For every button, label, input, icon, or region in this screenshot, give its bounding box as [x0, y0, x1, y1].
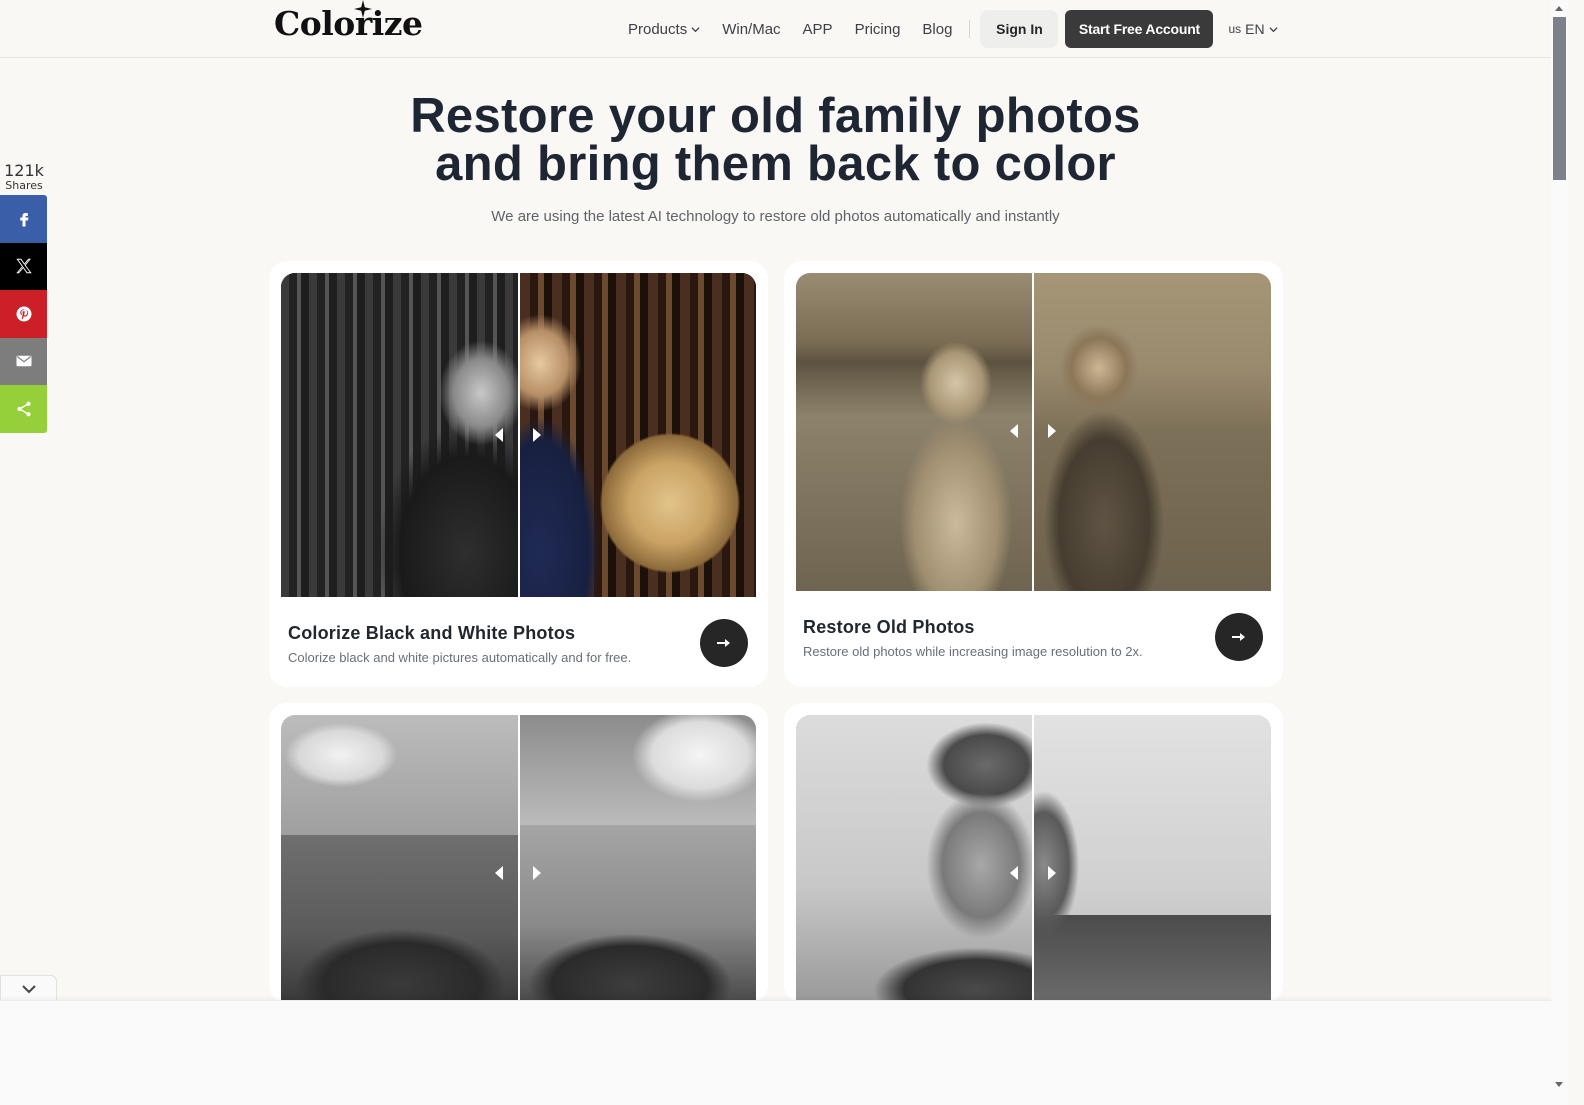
arrow-right-icon: [717, 639, 730, 647]
x-icon: [15, 259, 32, 274]
card-description: Restore old photos while increasing imag…: [803, 644, 1143, 659]
slider-left-arrow-icon[interactable]: [1010, 866, 1018, 880]
slider-divider[interactable]: [1032, 715, 1034, 1000]
before-image: [796, 715, 1032, 1000]
card-arrow-button[interactable]: [700, 619, 748, 667]
sign-in-button[interactable]: Sign In: [980, 10, 1059, 48]
slider-right-arrow-icon[interactable]: [533, 866, 541, 880]
after-image: [1034, 273, 1271, 591]
scroll-down-arrow-icon[interactable]: [1555, 1082, 1563, 1087]
card-arrow-button[interactable]: [1215, 613, 1263, 661]
slider-divider[interactable]: [518, 715, 520, 1000]
feature-card-colorize[interactable]: Colorize Black and White Photos Colorize…: [269, 261, 768, 687]
bottom-ad-panel: [0, 1000, 1551, 1105]
collapse-panel-button[interactable]: [0, 975, 57, 1001]
card-title: Colorize Black and White Photos: [288, 623, 576, 643]
share-label: Shares: [5, 179, 43, 192]
feature-card-portrait[interactable]: [784, 703, 1283, 1003]
start-free-account-button[interactable]: Start Free Account: [1065, 10, 1214, 48]
pinterest-icon: [16, 306, 31, 322]
share-email-button[interactable]: [0, 337, 47, 385]
slider-left-arrow-icon[interactable]: [1010, 424, 1018, 438]
slider-right-arrow-icon[interactable]: [533, 428, 541, 442]
language-selector[interactable]: us EN: [1228, 21, 1278, 37]
hero-title: Restore your old family photos and bring…: [410, 89, 1141, 191]
facebook-icon: [19, 212, 28, 227]
nav-blog[interactable]: Blog: [922, 21, 952, 38]
nav-divider: [969, 20, 971, 38]
slider-right-arrow-icon[interactable]: [1048, 424, 1056, 438]
nav-win-mac[interactable]: Win/Mac: [722, 21, 780, 38]
logo[interactable]: Colorize: [274, 0, 423, 43]
chevron-down-icon: [21, 984, 36, 993]
share-pinterest-button[interactable]: [0, 290, 47, 338]
logo-text: Colorize: [274, 4, 423, 43]
hero-subtitle: We are using the latest AI technology to…: [491, 208, 1060, 225]
after-image: [1034, 715, 1271, 1000]
before-after-slider[interactable]: [796, 715, 1271, 1000]
scrollbar-thumb[interactable]: [1553, 17, 1566, 180]
scroll-up-arrow-icon[interactable]: [1555, 6, 1563, 11]
nav-products[interactable]: Products: [628, 21, 700, 38]
feature-card-castle[interactable]: [269, 703, 768, 1003]
before-image: [796, 273, 1032, 591]
after-image: [520, 715, 756, 1000]
before-after-slider[interactable]: [281, 273, 756, 597]
card-title: Restore Old Photos: [803, 617, 975, 637]
slider-right-arrow-icon[interactable]: [1048, 866, 1056, 880]
nav-app[interactable]: APP: [803, 21, 833, 38]
flag-icon: us: [1228, 22, 1242, 36]
chevron-down-icon: [691, 26, 700, 32]
vertical-scrollbar[interactable]: [1551, 0, 1568, 1105]
sparkle-icon: [354, 0, 372, 18]
share-more-button[interactable]: [0, 385, 47, 433]
before-after-slider[interactable]: [796, 273, 1271, 591]
main-nav: Products Win/Mac APP Pricing Blog Sign I…: [628, 0, 1278, 58]
nav-pricing[interactable]: Pricing: [855, 21, 901, 38]
share-count: 121k: [4, 161, 44, 180]
site-header: Colorize Products Win/Mac APP Pricing Bl…: [0, 0, 1551, 58]
before-after-slider[interactable]: [281, 715, 756, 1000]
before-image: [281, 273, 518, 597]
before-image: [281, 715, 518, 1000]
chevron-down-icon: [1269, 26, 1278, 32]
slider-divider[interactable]: [518, 273, 520, 597]
feature-card-restore[interactable]: Restore Old Photos Restore old photos wh…: [784, 261, 1283, 687]
slider-left-arrow-icon[interactable]: [495, 866, 503, 880]
share-facebook-button[interactable]: [0, 195, 47, 243]
share-icon: [16, 401, 31, 417]
mail-icon: [16, 356, 31, 367]
arrow-right-icon: [1232, 633, 1245, 641]
card-description: Colorize black and white pictures automa…: [288, 650, 632, 665]
share-bar: 121k Shares: [0, 162, 48, 433]
slider-divider[interactable]: [1032, 273, 1034, 591]
slider-left-arrow-icon[interactable]: [495, 428, 503, 442]
share-x-button[interactable]: [0, 242, 47, 290]
after-image: [520, 273, 756, 597]
